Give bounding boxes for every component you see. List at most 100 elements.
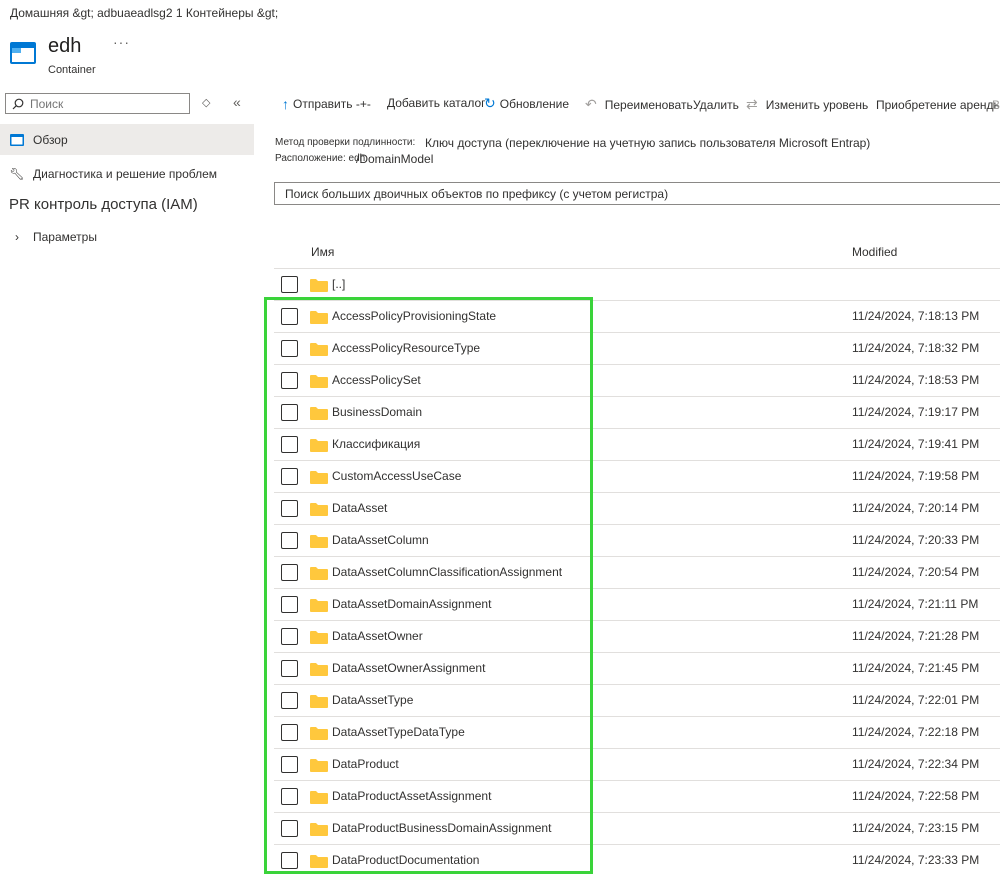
row-checkbox[interactable] — [281, 692, 298, 709]
toolbar-overflow[interactable]: В — [992, 98, 1000, 112]
row-checkbox[interactable] — [281, 820, 298, 837]
row-name[interactable]: DataProductDocumentation — [332, 853, 479, 867]
row-checkbox[interactable] — [281, 404, 298, 421]
row-checkbox[interactable] — [281, 372, 298, 389]
sidebar-item-iam[interactable]: PR контроль доступа (IAM) — [0, 189, 254, 220]
row-checkbox[interactable] — [281, 852, 298, 869]
change-tier-button[interactable]: ⇄ Изменить уровень — [746, 96, 868, 113]
location-path[interactable]: /DomainModel — [356, 152, 433, 166]
nav-search-input[interactable] — [28, 95, 182, 112]
blob-search-input[interactable] — [283, 186, 1000, 202]
acquire-lease-button[interactable]: Приобретение аренды — [876, 98, 1000, 112]
row-checkbox[interactable] — [281, 628, 298, 645]
row-name[interactable]: BusinessDomain — [332, 405, 422, 419]
row-name[interactable]: DataAsset — [332, 501, 387, 515]
table-row[interactable]: DataProductAssetAssignment 11/24/2024, 7:… — [274, 780, 1000, 812]
row-name[interactable]: AccessPolicySet — [332, 373, 421, 387]
column-header-name[interactable]: Имя — [311, 245, 334, 259]
row-checkbox[interactable] — [281, 756, 298, 773]
swap-icon: ⇄ — [746, 96, 758, 112]
overflow-label: В — [992, 98, 1000, 112]
row-checkbox[interactable] — [281, 564, 298, 581]
add-directory-button[interactable]: Добавить каталог — [387, 96, 486, 110]
row-name[interactable]: DataAssetDomainAssignment — [332, 597, 491, 611]
sidebar-item-label: Обзор — [33, 132, 68, 147]
row-checkbox[interactable] — [281, 468, 298, 485]
row-name[interactable]: DataProduct — [332, 757, 399, 771]
auth-method-link[interactable]: Ключ доступа (переключение на учетную за… — [425, 136, 870, 150]
upload-button[interactable]: ↑ Отправить -+- — [282, 96, 371, 112]
row-checkbox[interactable] — [281, 500, 298, 517]
row-name[interactable]: DataAssetColumnClassificationAssignment — [332, 565, 562, 579]
sidebar-item-overview[interactable]: Обзор — [0, 124, 254, 155]
table-row[interactable]: DataProductDocumentation 11/24/2024, 7:23… — [274, 844, 1000, 876]
row-name[interactable]: DataAssetType — [332, 693, 413, 707]
folder-icon — [310, 567, 328, 580]
rename-label: Переименовать — [604, 97, 693, 112]
location-label: Расположение: edh — [275, 153, 366, 164]
row-checkbox[interactable] — [281, 724, 298, 741]
table-row[interactable]: AccessPolicyProvisioningState 11/24/2024,… — [274, 300, 1000, 332]
row-name[interactable]: AccessPolicyResourceType — [332, 341, 480, 355]
row-name[interactable]: DataAssetTypeDataType — [332, 725, 465, 739]
row-name[interactable]: DataAssetOwnerAssignment — [332, 661, 485, 675]
table-row[interactable]: DataAssetOwnerAssignment 11/24/2024, 7:21… — [274, 652, 1000, 684]
table-row[interactable]: Классификация 11/24/2024, 7:19:41 PM — [274, 428, 1000, 460]
row-checkbox[interactable] — [281, 340, 298, 357]
row-checkbox[interactable] — [281, 596, 298, 613]
row-name[interactable]: DataAssetColumn — [332, 533, 429, 547]
row-checkbox[interactable] — [281, 660, 298, 677]
row-modified: 11/24/2024, 7:21:11 PM — [852, 597, 979, 611]
table-row[interactable]: AccessPolicyResourceType 11/24/2024, 7:18… — [274, 332, 1000, 364]
column-header-modified[interactable]: Modified — [852, 245, 897, 259]
table-row[interactable]: DataAssetColumn 11/24/2024, 7:20:33 PM — [274, 524, 1000, 556]
nav-search-box[interactable] — [5, 93, 190, 114]
row-name[interactable]: Классификация — [332, 437, 420, 451]
refresh-button[interactable]: ↻ Обновление — [484, 95, 569, 112]
folder-icon — [310, 311, 328, 324]
more-options-button[interactable]: ··· — [113, 34, 130, 50]
breadcrumb[interactable]: Домашняя &gt; adbuaeadlsg2 1 Контейнеры … — [10, 6, 278, 20]
row-checkbox[interactable] — [281, 276, 298, 293]
row-modified: 11/24/2024, 7:20:14 PM — [852, 501, 980, 515]
rename-button[interactable]: ↶ Переименовать — [585, 96, 693, 113]
row-modified: 11/24/2024, 7:23:33 PM — [852, 853, 980, 867]
sidebar-item-settings[interactable]: › Параметры — [0, 221, 254, 252]
row-checkbox[interactable] — [281, 788, 298, 805]
table-row[interactable]: BusinessDomain 11/24/2024, 7:19:17 PM — [274, 396, 1000, 428]
row-checkbox[interactable] — [281, 436, 298, 453]
delete-button[interactable]: Удалить — [693, 98, 739, 112]
row-modified: 11/24/2024, 7:22:01 PM — [852, 693, 980, 707]
table-row-parent[interactable]: [..] — [274, 268, 1000, 300]
wrench-icon: 🔧︎ — [9, 166, 25, 181]
table-row[interactable]: AccessPolicySet 11/24/2024, 7:18:53 PM — [274, 364, 1000, 396]
table-row[interactable]: DataAssetColumnClassificationAssignment 1… — [274, 556, 1000, 588]
row-name[interactable]: CustomAccessUseCase — [332, 469, 461, 483]
table-row[interactable]: DataAssetDomainAssignment 11/24/2024, 7:2… — [274, 588, 1000, 620]
table-row[interactable]: DataProductBusinessDomainAssignment 11/24… — [274, 812, 1000, 844]
row-modified: 11/24/2024, 7:18:32 PM — [852, 341, 980, 355]
row-name[interactable]: DataProductAssetAssignment — [332, 789, 491, 803]
row-modified: 11/24/2024, 7:19:41 PM — [852, 437, 980, 451]
sort-updown-icon[interactable]: ◇ — [202, 96, 210, 109]
row-name[interactable]: DataAssetOwner — [332, 629, 423, 643]
table-row[interactable]: DataProduct 11/24/2024, 7:22:34 PM — [274, 748, 1000, 780]
blob-search-box[interactable] — [274, 182, 1000, 205]
row-name[interactable]: AccessPolicyProvisioningState — [332, 309, 496, 323]
sidebar-item-diagnose[interactable]: 🔧︎ Диагностика и решение проблем — [0, 158, 254, 189]
table-row[interactable]: CustomAccessUseCase 11/24/2024, 7:19:58 P… — [274, 460, 1000, 492]
row-name[interactable]: DataProductBusinessDomainAssignment — [332, 821, 551, 835]
row-name[interactable]: [..] — [332, 277, 345, 291]
table-row[interactable]: DataAssetType 11/24/2024, 7:22:01 PM — [274, 684, 1000, 716]
row-checkbox[interactable] — [281, 532, 298, 549]
auth-method-label: Метод проверки подлинности: — [275, 137, 416, 148]
folder-icon — [310, 599, 328, 612]
row-modified: 11/24/2024, 7:20:33 PM — [852, 533, 980, 547]
refresh-label: Обновление — [499, 96, 570, 111]
table-row[interactable]: DataAsset 11/24/2024, 7:20:14 PM — [274, 492, 1000, 524]
table-row[interactable]: DataAssetTypeDataType 11/24/2024, 7:22:18… — [274, 716, 1000, 748]
delete-label: Удалить — [693, 98, 739, 112]
collapse-nav-icon[interactable]: « — [233, 94, 241, 110]
row-checkbox[interactable] — [281, 308, 298, 325]
table-row[interactable]: DataAssetOwner 11/24/2024, 7:21:28 PM — [274, 620, 1000, 652]
